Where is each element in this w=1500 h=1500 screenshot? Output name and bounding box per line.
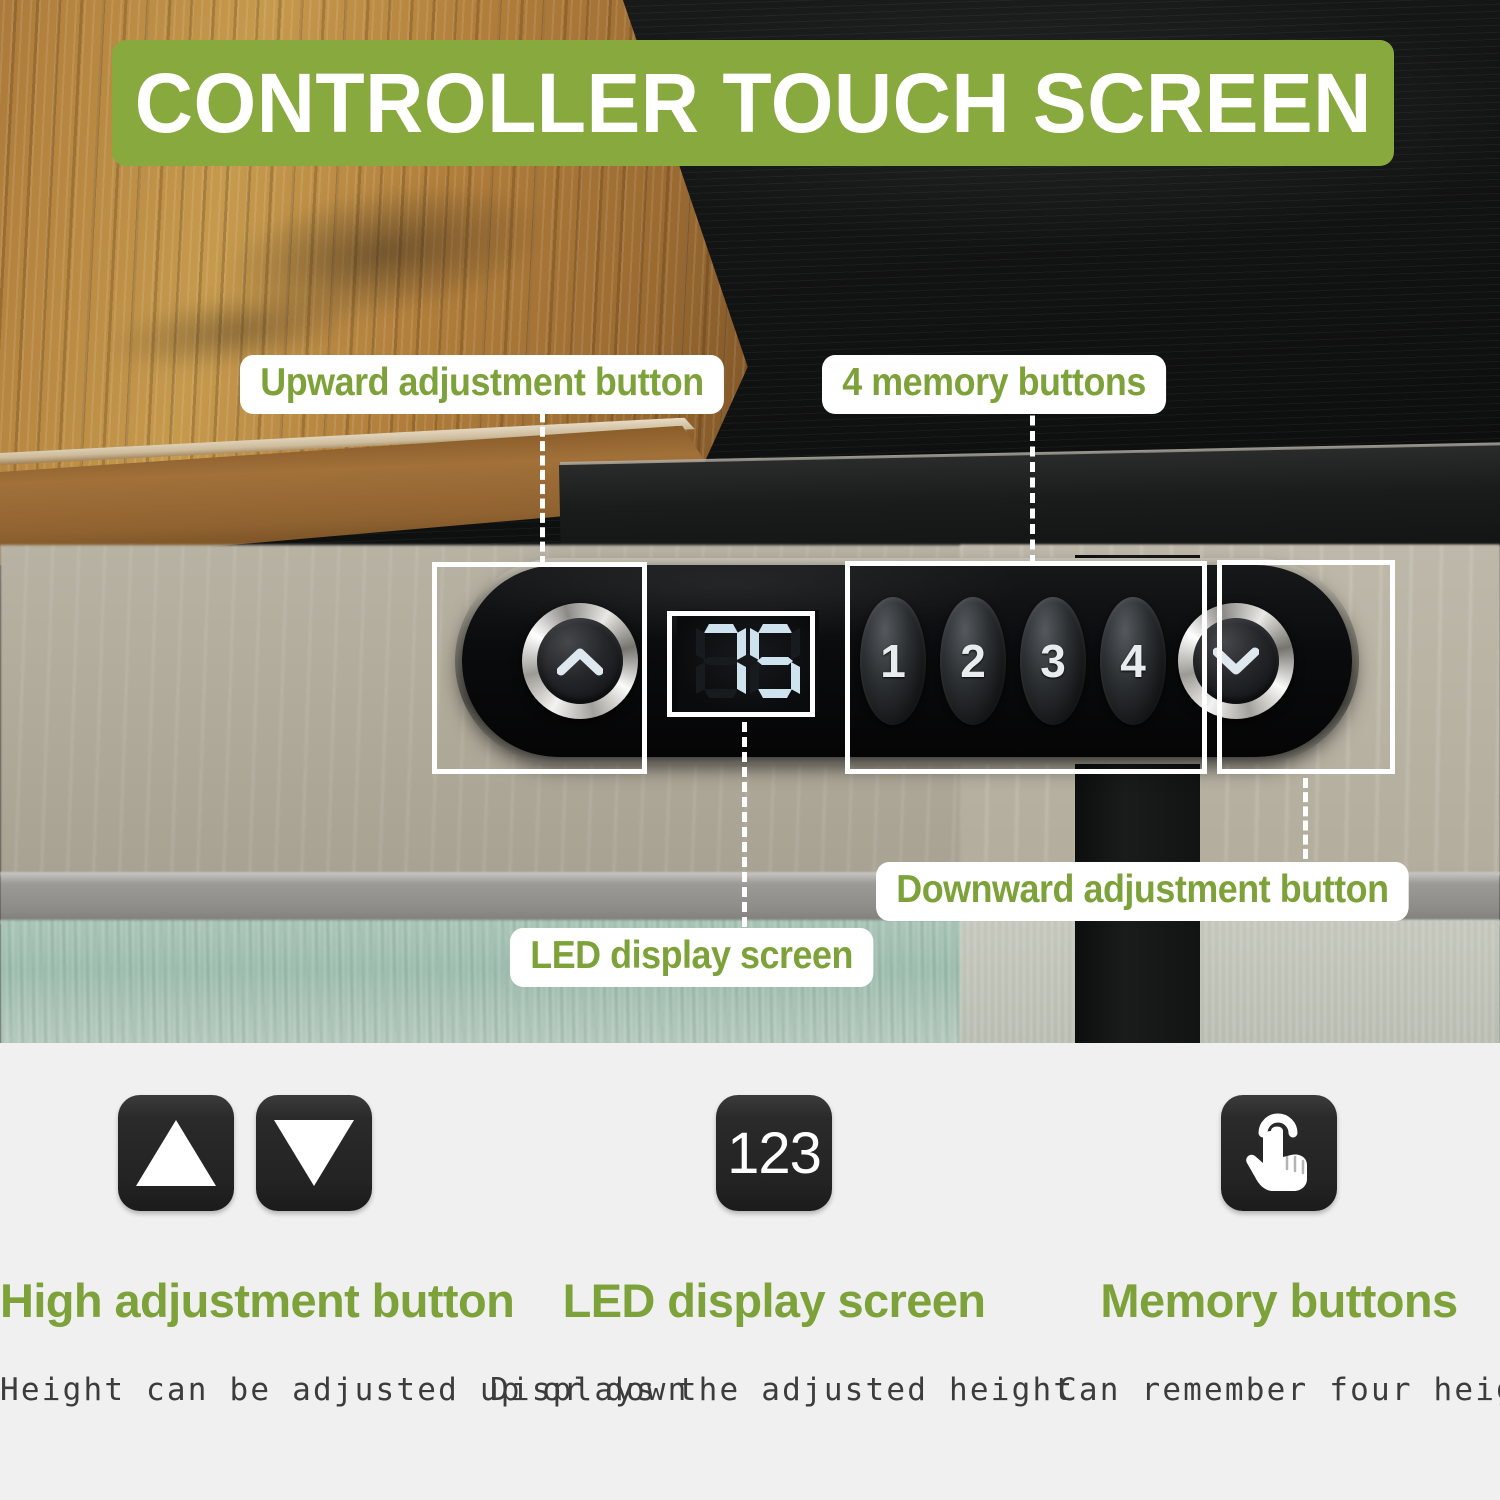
triangle-down-icon xyxy=(274,1120,354,1186)
callout-4-memory-buttons: 4 memory buttons xyxy=(822,355,1167,414)
title-banner: CONTROLLER TOUCH SCREEN xyxy=(112,40,1394,166)
callout-downward-adjustment-button: Downward adjustment button xyxy=(876,862,1409,921)
triangle-up-icon-tile xyxy=(118,1095,234,1211)
leader-line-up-button xyxy=(540,398,545,566)
feature-3-description: Can remember four heights xyxy=(1058,1372,1500,1408)
feature-1-title: High adjustment button xyxy=(0,1274,515,1327)
feature-high-adjustment-button: High adjustment button Height can be adj… xyxy=(0,1043,689,1408)
feature-3-icons xyxy=(1058,1095,1500,1211)
floor-rug-right xyxy=(960,920,1500,1043)
infographic-root: 75 1 2 3 4 xyxy=(0,0,1500,1500)
page-title: CONTROLLER TOUCH SCREEN xyxy=(134,56,1372,150)
feature-2-title: LED display screen xyxy=(562,1274,986,1327)
callout-led-display-screen: LED display screen xyxy=(510,928,874,987)
highlight-box-down-button xyxy=(1217,560,1395,774)
feature-1-icons xyxy=(0,1095,490,1211)
numbers-123-icon-tile: 123 xyxy=(716,1095,832,1211)
numbers-123-icon: 123 xyxy=(727,1120,822,1186)
leader-line-memory xyxy=(1030,400,1035,565)
feature-strip: High adjustment button Height can be adj… xyxy=(0,1043,1500,1500)
feature-2-description: Displays the adjusted height xyxy=(490,1372,1075,1408)
feature-2-icons: 123 xyxy=(490,1095,1058,1211)
feature-led-display-screen: 123 LED display screen Displays the adju… xyxy=(490,1043,1075,1408)
tap-hand-icon-tile xyxy=(1221,1095,1337,1211)
feature-1-description: Height can be adjusted up or down xyxy=(0,1372,689,1408)
highlight-box-memory xyxy=(845,561,1207,774)
highlight-box-led xyxy=(667,611,815,717)
highlight-box-up-button xyxy=(432,562,647,774)
triangle-down-icon-tile xyxy=(256,1095,372,1211)
triangle-up-icon xyxy=(136,1120,216,1186)
feature-memory-buttons: Memory buttons Can remember four heights xyxy=(1058,1043,1500,1408)
tap-hand-icon xyxy=(1246,1113,1307,1191)
callout-upward-adjustment-button: Upward adjustment button xyxy=(240,355,724,414)
feature-3-title: Memory buttons xyxy=(1100,1274,1458,1327)
leader-line-led xyxy=(742,722,747,927)
leader-line-down-button xyxy=(1303,778,1308,873)
